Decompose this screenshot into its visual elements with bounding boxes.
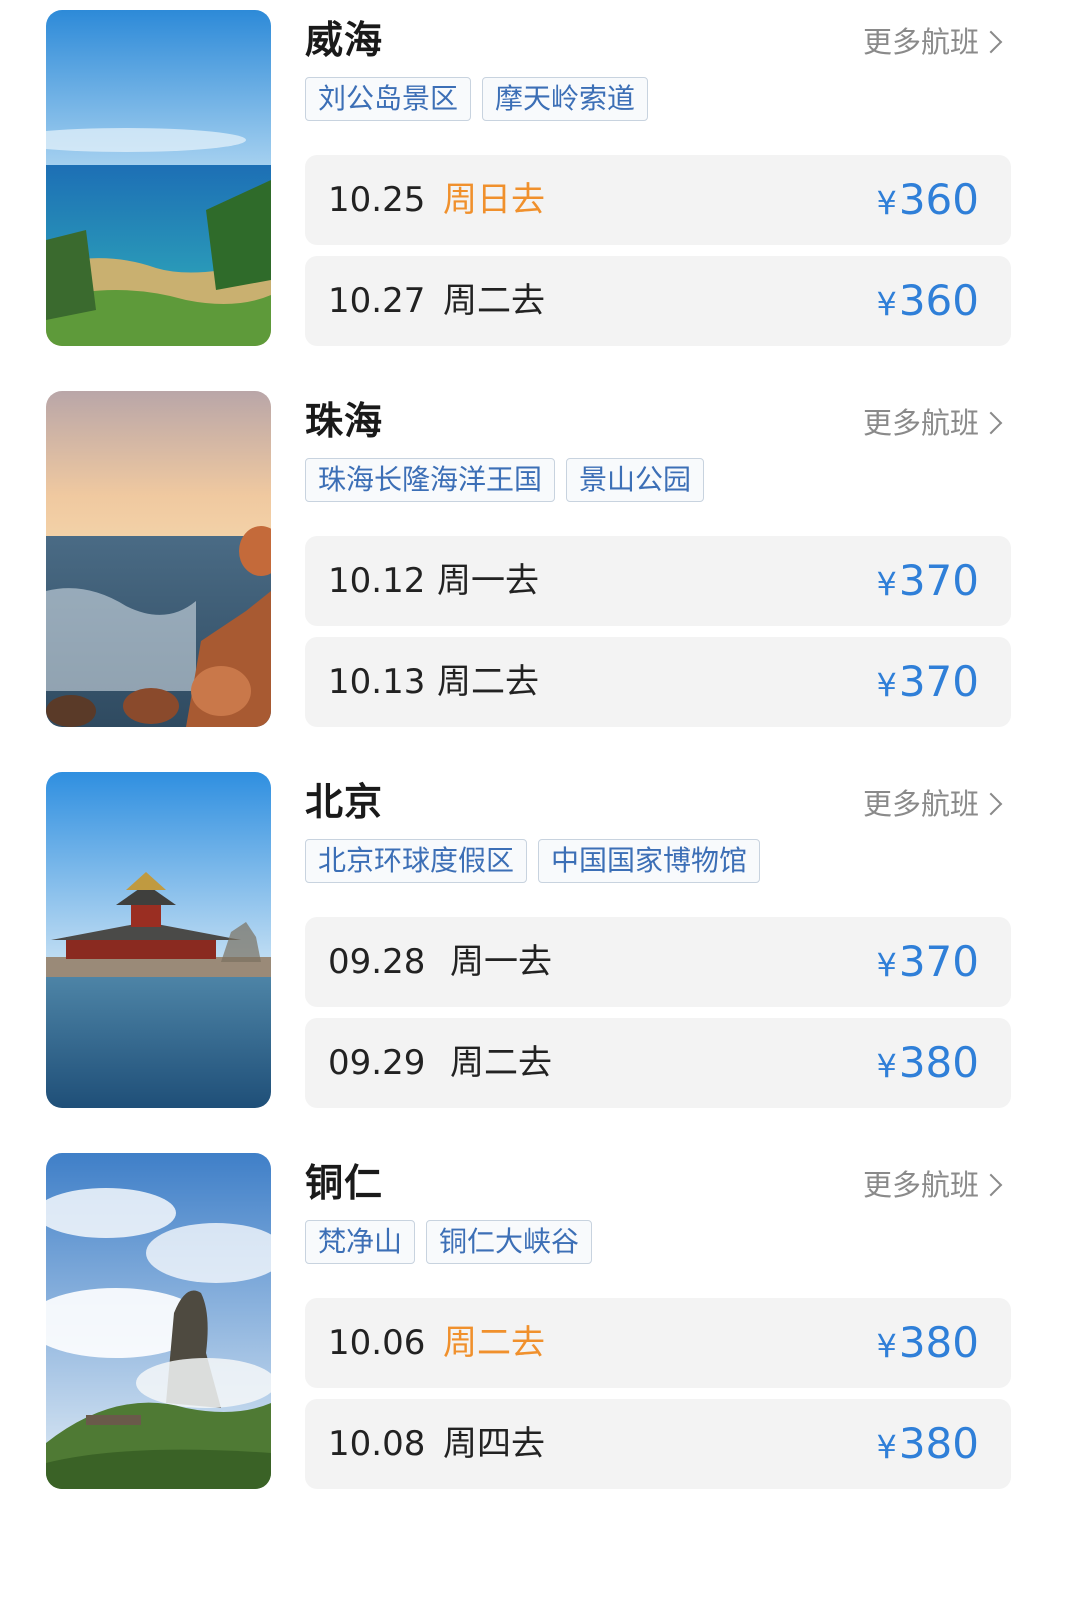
- more-flights-link[interactable]: 更多航班: [863, 22, 1005, 62]
- flight-date: 10.25: [328, 180, 426, 220]
- city-name: 威海: [305, 18, 384, 62]
- flight-price: ¥360: [876, 155, 979, 248]
- attraction-tag[interactable]: 景山公园: [566, 458, 705, 502]
- more-flights-label: 更多航班: [862, 25, 979, 59]
- destination-thumbnail[interactable]: [46, 1153, 271, 1489]
- flight-price: ¥370: [876, 917, 979, 1010]
- flight-row[interactable]: 09.29 周二去 ¥380: [305, 1018, 1011, 1108]
- chevron-right-icon: [979, 784, 1005, 824]
- flight-weekday: 周二去: [450, 1043, 552, 1083]
- flight-weekday: 周四去: [443, 1424, 545, 1464]
- currency-symbol: ¥: [876, 666, 897, 704]
- destination-list: 威海 更多航班 刘公岛景区 摩天岭索道 10.25 周日去 ¥360 10.27…: [0, 0, 1080, 1605]
- flight-price: ¥370: [876, 637, 979, 730]
- price-value: 360: [898, 175, 979, 224]
- chevron-right-icon: [979, 403, 1005, 443]
- destination-thumbnail[interactable]: [46, 391, 271, 727]
- currency-symbol: ¥: [876, 1428, 897, 1466]
- city-name: 珠海: [305, 399, 384, 443]
- flight-row[interactable]: 10.25 周日去 ¥360: [305, 155, 1011, 245]
- currency-symbol: ¥: [876, 1047, 897, 1085]
- attraction-tag[interactable]: 中国国家博物馆: [538, 839, 761, 883]
- flight-date: 10.12: [328, 561, 426, 601]
- attraction-tags: 梵净山 铜仁大峡谷: [305, 1220, 593, 1264]
- more-flights-link[interactable]: 更多航班: [863, 784, 1005, 824]
- attraction-tag[interactable]: 铜仁大峡谷: [426, 1220, 593, 1264]
- attraction-tag[interactable]: 梵净山: [305, 1220, 416, 1264]
- flight-weekday: 周二去: [443, 281, 545, 321]
- currency-symbol: ¥: [876, 285, 897, 323]
- flight-date: 09.29: [328, 1043, 426, 1083]
- destination-card-weihai[interactable]: 威海 更多航班 刘公岛景区 摩天岭索道 10.25 周日去 ¥360 10.27…: [0, 10, 1080, 355]
- flight-row[interactable]: 10.13 周二去 ¥370: [305, 637, 1011, 727]
- flight-row[interactable]: 10.27 周二去 ¥360: [305, 256, 1011, 346]
- currency-symbol: ¥: [876, 946, 897, 984]
- more-flights-label: 更多航班: [862, 787, 979, 821]
- price-value: 370: [898, 556, 979, 605]
- attraction-tag[interactable]: 珠海长隆海洋王国: [305, 458, 556, 502]
- flight-date: 10.13: [328, 662, 426, 702]
- flight-weekday: 周一去: [450, 942, 552, 982]
- mountain-peak-clouds-photo: [46, 1153, 271, 1489]
- flight-price: ¥360: [876, 256, 979, 349]
- flight-price: ¥380: [876, 1018, 979, 1111]
- flight-price: ¥380: [876, 1298, 979, 1391]
- chevron-right-icon: [979, 1165, 1005, 1205]
- price-value: 370: [898, 937, 979, 986]
- rocky-shore-sunset-photo: [46, 391, 271, 727]
- flight-row[interactable]: 09.28 周一去 ¥370: [305, 917, 1011, 1007]
- more-flights-link[interactable]: 更多航班: [863, 1165, 1005, 1205]
- destination-thumbnail[interactable]: [46, 772, 271, 1108]
- destination-card-tongren[interactable]: 铜仁 更多航班 梵净山 铜仁大峡谷 10.06 周二去 ¥380 10.08 周…: [0, 1153, 1080, 1498]
- seaside-coast-photo: [46, 10, 271, 346]
- attraction-tag[interactable]: 北京环球度假区: [305, 839, 528, 883]
- currency-symbol: ¥: [876, 565, 897, 603]
- flight-row[interactable]: 10.06 周二去 ¥380: [305, 1298, 1011, 1388]
- flight-date: 09.28: [328, 942, 426, 982]
- city-name: 北京: [305, 780, 384, 824]
- price-value: 360: [898, 276, 979, 325]
- flight-weekday: 周日去: [443, 180, 545, 220]
- price-value: 380: [898, 1419, 979, 1468]
- destination-card-beijing[interactable]: 北京 更多航班 北京环球度假区 中国国家博物馆 09.28 周一去 ¥370 0…: [0, 772, 1080, 1117]
- more-flights-label: 更多航班: [862, 1168, 979, 1202]
- currency-symbol: ¥: [876, 1327, 897, 1365]
- flight-row[interactable]: 10.12 周一去 ¥370: [305, 536, 1011, 626]
- flight-weekday: 周一去: [437, 561, 539, 601]
- destination-card-zhuhai[interactable]: 珠海 更多航班 珠海长隆海洋王国 景山公园 10.12 周一去 ¥370 10.…: [0, 391, 1080, 736]
- more-flights-label: 更多航班: [862, 406, 979, 440]
- chevron-right-icon: [979, 22, 1005, 62]
- price-value: 370: [898, 657, 979, 706]
- attraction-tag[interactable]: 摩天岭索道: [482, 77, 649, 121]
- flight-row[interactable]: 10.08 周四去 ¥380: [305, 1399, 1011, 1489]
- flight-date: 10.08: [328, 1424, 426, 1464]
- flight-weekday: 周二去: [443, 1323, 545, 1363]
- city-name: 铜仁: [305, 1161, 384, 1205]
- price-value: 380: [898, 1038, 979, 1087]
- flight-date: 10.06: [328, 1323, 426, 1363]
- attraction-tags: 刘公岛景区 摩天岭索道: [305, 77, 649, 121]
- destination-thumbnail[interactable]: [46, 10, 271, 346]
- flight-price: ¥370: [876, 536, 979, 629]
- price-value: 380: [898, 1318, 979, 1367]
- attraction-tag[interactable]: 刘公岛景区: [305, 77, 472, 121]
- attraction-tags: 珠海长隆海洋王国 景山公园: [305, 458, 705, 502]
- more-flights-link[interactable]: 更多航班: [863, 403, 1005, 443]
- forbidden-city-turret-photo: [46, 772, 271, 1108]
- flight-price: ¥380: [876, 1399, 979, 1492]
- flight-weekday: 周二去: [437, 662, 539, 702]
- currency-symbol: ¥: [876, 184, 897, 222]
- flight-date: 10.27: [328, 281, 426, 321]
- attraction-tags: 北京环球度假区 中国国家博物馆: [305, 839, 761, 883]
